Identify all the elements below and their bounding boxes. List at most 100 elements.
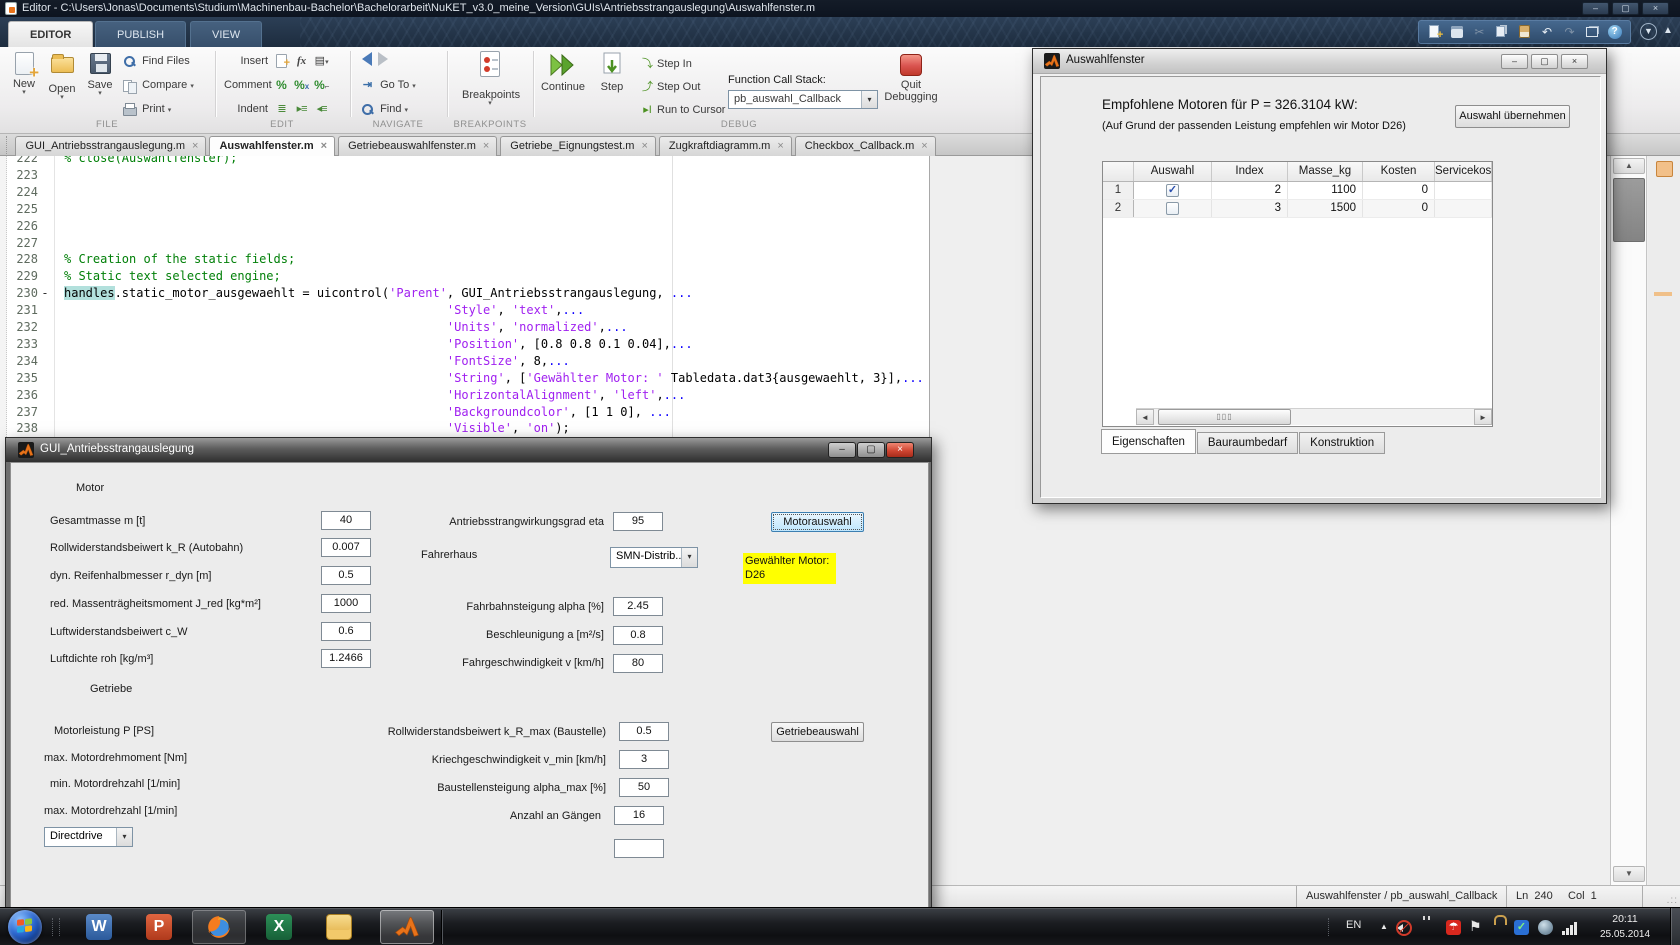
edit-field-beschleunigung[interactable]: 0.8 xyxy=(613,626,663,645)
line-number[interactable]: 223 xyxy=(2,167,38,184)
new-script-icon[interactable] xyxy=(1426,24,1442,40)
edit-field-anzahl-gaenge[interactable]: 16 xyxy=(614,806,664,825)
auswahl-uebernehmen-button[interactable]: Auswahl übernehmen xyxy=(1455,105,1570,128)
edit-field-partial[interactable] xyxy=(614,839,664,858)
indent-left-icon[interactable]: ◂≡ xyxy=(314,102,329,117)
line-number[interactable]: 230 xyxy=(2,285,38,302)
ribbon-tab-editor[interactable]: EDITOR xyxy=(8,21,93,47)
gui-minimize-button[interactable]: – xyxy=(828,442,856,458)
show-desktop-button[interactable] xyxy=(1670,908,1680,945)
compare-button[interactable]: Compare ▾ xyxy=(122,77,194,95)
line-number[interactable]: 226 xyxy=(2,218,38,235)
tab-close-icon[interactable]: × xyxy=(777,140,783,152)
tab-close-icon[interactable]: × xyxy=(483,140,489,152)
print-button[interactable]: Print ▾ xyxy=(122,101,171,119)
edit-field-baustellensteigung[interactable]: 50 xyxy=(619,778,669,797)
line-number[interactable]: 225 xyxy=(2,201,38,218)
smart-indent-icon[interactable]: ≣ xyxy=(274,102,289,117)
line-number[interactable]: 228 xyxy=(2,251,38,268)
checkbox-unchecked[interactable] xyxy=(1166,202,1179,215)
tab-close-icon[interactable]: × xyxy=(921,140,927,152)
editor-tab-Getriebeauswahlfenster.m[interactable]: Getriebeauswahlfenster.m× xyxy=(338,136,497,156)
auswahl-maximize-button[interactable]: ▢ xyxy=(1531,54,1558,69)
gui-close-button[interactable]: × xyxy=(886,442,914,458)
network-globe-icon[interactable] xyxy=(1538,920,1553,935)
taskbar-firefox[interactable] xyxy=(192,910,246,944)
tab-Bauraumbedarf[interactable]: Bauraumbedarf xyxy=(1197,432,1298,454)
signal-strength-icon[interactable] xyxy=(1562,920,1577,935)
back-icon[interactable] xyxy=(362,52,372,66)
edit-field-kriechgeschwindigkeit[interactable]: 3 xyxy=(619,750,669,769)
continue-button[interactable]: Continue xyxy=(538,52,588,93)
line-number[interactable]: 233 xyxy=(2,336,38,353)
ribbon-tab-view[interactable]: VIEW xyxy=(190,21,262,47)
tab-close-icon[interactable]: × xyxy=(321,140,327,152)
find-button[interactable]: Find ▾ xyxy=(360,101,408,119)
motor-table[interactable]: AuswahlIndexMasse_kgKostenServicekos 1✓2… xyxy=(1102,161,1493,427)
scrollbar-thumb[interactable] xyxy=(1613,178,1645,242)
main-close-button[interactable]: × xyxy=(1642,2,1669,15)
line-number[interactable]: 234 xyxy=(2,353,38,370)
dropbox-icon[interactable]: ✓ xyxy=(1514,920,1529,935)
avira-antivirus-icon[interactable]: ☂ xyxy=(1446,920,1461,935)
insert-function-icon[interactable]: fx xyxy=(294,54,309,69)
scroll-left-icon[interactable]: ◄ xyxy=(1136,409,1154,425)
start-button[interactable] xyxy=(8,910,42,944)
paste-icon[interactable] xyxy=(1516,24,1532,40)
editor-tab-Zugkraftdiagramm.m[interactable]: Zugkraftdiagramm.m× xyxy=(659,136,792,156)
wrap-comment-icon[interactable]: %⌐ xyxy=(314,78,329,93)
scroll-up-icon[interactable]: ▲ xyxy=(1613,158,1645,174)
editor-tab-Getriebe_Eignungstest.m[interactable]: Getriebe_Eignungstest.m× xyxy=(500,136,656,156)
step-in-button[interactable]: ⤵Step In xyxy=(640,56,692,74)
insert-section-icon[interactable]: + xyxy=(274,54,289,69)
function-call-stack-dropdown[interactable]: pb_auswahl_Callback ▾ xyxy=(728,90,878,109)
main-minimize-button[interactable]: – xyxy=(1582,2,1609,15)
taskbar-excel[interactable]: X xyxy=(252,910,306,944)
tab-close-icon[interactable]: × xyxy=(192,140,198,152)
copy-icon[interactable] xyxy=(1494,24,1510,40)
step-out-button[interactable]: ⤴Step Out xyxy=(640,79,700,97)
table-horizontal-scrollbar[interactable]: ◄ ▯▯▯ ► xyxy=(1136,408,1492,425)
code-analyzer-status-icon[interactable] xyxy=(1656,161,1673,177)
line-number[interactable]: 222 xyxy=(2,156,38,167)
scroll-down-icon[interactable]: ▼ xyxy=(1613,866,1645,882)
ribbon-tab-publish[interactable]: PUBLISH xyxy=(95,21,186,47)
ribbon-collapse-icon[interactable]: ▲ xyxy=(1663,25,1673,36)
taskbar-word[interactable]: W xyxy=(72,910,126,944)
language-indicator[interactable]: EN xyxy=(1346,919,1361,931)
auswahl-minimize-button[interactable]: – xyxy=(1501,54,1528,69)
tray-grip[interactable] xyxy=(1328,918,1336,936)
tab-Eigenschaften[interactable]: Eigenschaften xyxy=(1101,429,1196,454)
goto-button[interactable]: ⇥ Go To ▾ xyxy=(360,77,416,95)
motorauswahl-button[interactable]: Motorauswahl xyxy=(771,512,864,532)
cut-icon[interactable]: ✂ xyxy=(1471,24,1487,40)
auswahl-close-button[interactable]: × xyxy=(1561,54,1588,69)
line-number[interactable]: 227 xyxy=(2,235,38,252)
line-number[interactable]: 232 xyxy=(2,319,38,336)
taskbar-grip[interactable] xyxy=(52,918,60,936)
line-number[interactable]: 238 xyxy=(2,420,38,437)
switch-windows-icon[interactable] xyxy=(1584,24,1600,40)
open-button[interactable]: Open▾ xyxy=(44,52,80,101)
edit-field-rollwiderstand[interactable]: 0.007 xyxy=(321,538,371,557)
qat-customize-icon[interactable]: ▼ xyxy=(1640,23,1657,40)
line-number[interactable]: 229 xyxy=(2,268,38,285)
save-icon[interactable] xyxy=(1449,24,1465,40)
undo-icon[interactable]: ↶ xyxy=(1539,24,1555,40)
find-files-button[interactable]: Find Files xyxy=(122,53,190,71)
indent-right-icon[interactable]: ▸≡ xyxy=(294,102,309,117)
line-number[interactable]: 231 xyxy=(2,302,38,319)
uncomment-icon[interactable]: %x xyxy=(294,78,309,93)
edit-field-wirkungsgrad[interactable]: 95 xyxy=(613,512,663,531)
editor-tab-Checkbox_Callback.m[interactable]: Checkbox_Callback.m× xyxy=(795,136,936,156)
forward-icon[interactable] xyxy=(378,52,388,66)
editor-tab-Auswahlfenster.m[interactable]: Auswahlfenster.m× xyxy=(209,136,335,157)
line-number[interactable]: 236 xyxy=(2,387,38,404)
quit-debugging-button[interactable]: Quit Debugging xyxy=(880,54,942,103)
edit-field-fahrbahnsteigung[interactable]: 2.45 xyxy=(613,597,663,616)
hscroll-thumb[interactable]: ▯▯▯ xyxy=(1158,409,1291,425)
help-icon[interactable]: ? xyxy=(1607,24,1623,40)
line-number[interactable]: 235 xyxy=(2,370,38,387)
edit-field-reifenhalbmesser[interactable]: 0.5 xyxy=(321,566,371,585)
gui-window-titlebar[interactable]: GUI_Antriebsstrangauslegung – ▢ × xyxy=(6,438,931,462)
